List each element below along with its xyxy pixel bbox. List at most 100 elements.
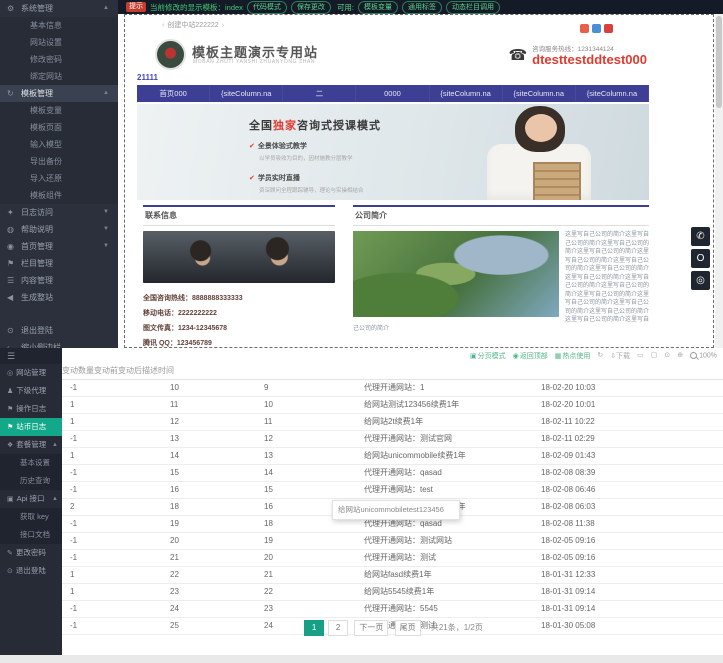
sidebar-item[interactable]: 模板页面 [0,119,118,136]
sidebar-item-sub-agents[interactable]: ♟下级代理 [0,382,62,400]
nav-item[interactable]: {siteColumn.na [576,85,649,102]
template-preview: ‹创建中站222222› 模板主题演示专用站 MOBAN ZHUTI YANSH… [124,14,714,348]
toolbar-green-item[interactable]: ▣分页模式 [470,351,506,361]
qq-icon[interactable] [592,24,601,33]
sidebar-item[interactable]: ⊙ 退出登陆 [0,322,118,339]
sidebar-item-change-password[interactable]: ✎更改密码 [0,544,62,562]
flag-icon: ⚑ [7,406,13,413]
sidebar-item[interactable]: 绑定网站 [0,68,118,85]
code-link[interactable]: 21111 [137,73,158,82]
contact-lines: 全国咨询热线：8888888333333移动电话：2222222222图文传真：… [143,291,335,348]
banner-point: ✔全景体验式教学 以学员吸收为目的，因材施教分层教学 [249,135,364,162]
sidebar-item[interactable]: 历史查询 [0,472,62,490]
table-header-cell: 变动数量 [62,362,94,379]
qq-button[interactable]: O [691,249,710,268]
sidebar-item[interactable]: 接口文档 [0,526,62,544]
preview-scrollbar[interactable] [715,14,723,348]
sidebar-item[interactable]: ◍ 帮助说明 ▼ [0,221,118,238]
nav-item[interactable]: 二 [283,85,356,102]
nav-item[interactable]: {siteColumn.na [210,85,283,102]
cell-after: 20 [264,550,364,566]
cell-time: 18-02-11 10:22 [541,414,723,430]
contact-header: 联系信息 [143,205,335,226]
page-button[interactable]: 2 [328,620,348,636]
next-icon[interactable]: › [222,22,224,29]
menu-toggle[interactable]: ☰ [0,348,62,364]
toolbar-gray-item[interactable]: ⊙ [664,351,670,361]
sidebar-item[interactable]: ⚑ 栏目管理 [0,255,118,272]
weibo-icon[interactable] [580,24,589,33]
sidebar-item-package[interactable]: ❖套餐管理▲ [0,436,62,454]
next-page-button[interactable]: 下一页 [354,620,388,636]
sidebar-item[interactable]: 模板变量 [0,102,118,119]
sidebar-item[interactable]: 导出备份 [0,153,118,170]
contact-line: 移动电话：2222222222 [143,306,335,321]
sidebar-item-label: 模板变量 [30,106,62,115]
sidebar-item[interactable]: 基本设置 [0,454,62,472]
sidebar-item-template[interactable]: ↻ 模板管理 ▲ [0,85,118,102]
sidebar-item-system[interactable]: ⚙ 系统管理 ▲ [0,0,118,17]
sidebar-item[interactable]: 模板组件 [0,187,118,204]
editor-button[interactable]: 保存更改 [291,1,331,14]
favorite-icon[interactable] [604,24,613,33]
phone-icon: ✆ [696,231,704,242]
table-header-cell: 变动后 [118,362,142,379]
chevron-icon: ▲ [103,85,109,102]
toolbar-green-item[interactable]: ▦热点使用 [555,351,591,361]
last-page-button[interactable]: 尾页 [395,620,421,636]
tag-button[interactable]: 通用标签 [402,1,442,14]
coin-log-table: 变动数量变动前变动后描述时间 -1 10 9 代理开通网站：1 18-02-20… [62,362,723,635]
sidebar-item-label: 更改密码 [16,548,46,557]
sidebar-item[interactable]: 获取 key [0,508,62,526]
toolbar-gray-item[interactable]: ⇩下载 [610,351,630,361]
sidebar-item[interactable]: ◉ 首页管理 ▼ [0,238,118,255]
toolbar-green-item[interactable]: ◉返回顶部 [513,351,548,361]
toolbar-gray-item[interactable]: ↻ [597,351,603,361]
cell-before: 20 [170,533,264,549]
toolbar-gray-item[interactable]: ▭ [637,351,644,361]
sidebar-item[interactable]: ☰ 内容管理 [0,272,118,289]
nav-item[interactable]: 首页000 [137,85,210,102]
cell-qty: -1 [62,465,170,481]
sidebar-item-coin-log[interactable]: ⚑站币日志 [0,418,62,436]
sidebar-item-label: 绑定网站 [30,72,62,81]
sidebar-item[interactable]: 修改密码 [0,51,118,68]
page-button[interactable]: 1 [304,620,324,636]
toolbar-gray-item[interactable]: ▢ [651,351,658,361]
sidebar-item[interactable]: 输入模型 [0,136,118,153]
cell-qty: 1 [62,397,170,413]
sidebar-item-op-log[interactable]: ⚑操作日志 [0,400,62,418]
phone-button[interactable]: ✆ [691,227,710,246]
cell-before: 22 [170,567,264,583]
footer-strip [0,655,723,663]
magnifier-icon[interactable] [690,352,697,359]
sidebar-item-logout[interactable]: ⊙退出登陆 [0,562,62,580]
sidebar-item[interactable]: ‹ 缩小侧边栏 [0,339,118,348]
tag-button[interactable]: 模板变量 [358,1,398,14]
sidebar-item-site-manage[interactable]: ◎网站管理 [0,364,62,382]
nav-item[interactable]: {siteColumn.na [430,85,503,102]
prev-icon[interactable]: ‹ [162,22,164,29]
toolbar-gray-item[interactable]: ⊕ [677,351,683,361]
sidebar-item[interactable]: 网站设置 [0,34,118,51]
chat-button[interactable]: ◎ [691,271,710,290]
banner-photo [463,104,633,200]
cell-after: 22 [264,584,364,600]
nav-item[interactable]: 0000 [356,85,429,102]
cell-qty: 1 [62,567,170,583]
scrollbar-thumb[interactable] [716,16,722,108]
cell-time: 18-02-08 06:46 [541,482,723,498]
editor-button[interactable]: 代码模式 [247,1,287,14]
cell-time: 18-02-08 06:03 [541,499,723,515]
sidebar-item[interactable]: ✦ 日志访问 ▼ [0,204,118,221]
tag-button[interactable]: 动态栏目调用 [446,1,500,14]
pencil-icon: ✎ [7,550,13,557]
cell-time: 18-02-05 09:16 [541,533,723,549]
sidebar-item[interactable]: ◀ 生成整站 [0,289,118,306]
sidebar-item[interactable]: 基本信息 [0,17,118,34]
flag-icon: ⚑ [7,255,14,272]
nav-item[interactable]: {siteColumn.na [503,85,576,102]
site-navbar: 首页000{siteColumn.na二0000{siteColumn.na{s… [137,85,649,102]
sidebar-item[interactable]: 导入还原 [0,170,118,187]
sidebar-item-api[interactable]: ▣Api 接口▲ [0,490,62,508]
